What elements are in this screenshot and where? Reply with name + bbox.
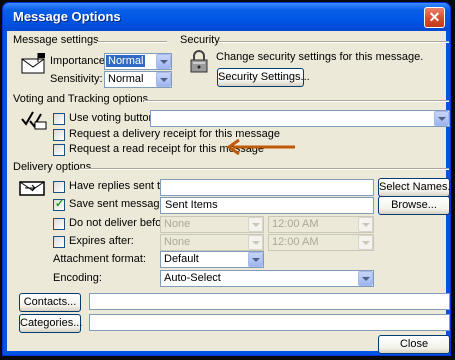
have-replies-label[interactable]: Have replies sent to: xyxy=(69,180,169,192)
chevron-down-icon[interactable] xyxy=(156,54,171,69)
do-not-deliver-date-select[interactable]: None xyxy=(160,216,264,233)
importance-label: Importance: xyxy=(50,55,109,67)
have-replies-checkbox[interactable] xyxy=(53,181,65,193)
chevron-down-icon[interactable] xyxy=(248,235,263,250)
attachment-format-label: Attachment format: xyxy=(53,253,146,265)
chevron-down-icon[interactable] xyxy=(248,252,263,267)
sensitivity-label: Sensitivity: xyxy=(50,73,103,85)
voting-buttons-select[interactable] xyxy=(150,110,450,127)
expires-checkbox[interactable] xyxy=(53,236,65,248)
save-sent-value: Sent Items xyxy=(165,199,218,211)
delivery-envelope-icon xyxy=(19,179,47,197)
chevron-down-icon[interactable] xyxy=(156,72,171,87)
contacts-button[interactable]: Contacts... xyxy=(19,293,81,312)
encoding-label: Encoding: xyxy=(53,272,102,284)
voting-tracking-title: Voting and Tracking options xyxy=(13,93,149,105)
expires-date-value: None xyxy=(164,236,191,248)
close-button[interactable]: Close xyxy=(378,335,450,354)
categories-input[interactable] xyxy=(89,314,450,331)
dialog-title: Message Options xyxy=(13,9,121,24)
security-divider xyxy=(219,41,449,43)
message-settings-title: Message settings xyxy=(13,34,99,46)
save-sent-checkbox[interactable] xyxy=(53,197,65,211)
chevron-down-icon[interactable] xyxy=(434,111,449,126)
envelope-flag-icon xyxy=(21,53,47,75)
save-sent-input[interactable]: Sent Items xyxy=(160,197,374,214)
message-settings-divider xyxy=(97,41,167,43)
attachment-format-value: Default xyxy=(164,253,199,265)
use-voting-checkbox[interactable] xyxy=(53,113,65,125)
annotation-arrow-icon xyxy=(225,138,297,156)
message-options-dialog: Message Options ✕ Message settings Impor… xyxy=(2,2,455,356)
voting-tracking-divider xyxy=(144,100,449,102)
security-settings-button[interactable]: Security Settings... xyxy=(217,68,310,87)
importance-select[interactable]: Normal xyxy=(104,53,172,70)
do-not-deliver-label[interactable]: Do not deliver before: xyxy=(69,217,174,229)
read-receipt-checkbox[interactable] xyxy=(53,144,65,156)
browse-button[interactable]: Browse... xyxy=(378,196,450,215)
do-not-deliver-time-select[interactable]: 12:00 AM xyxy=(268,216,374,233)
replies-to-input[interactable] xyxy=(160,179,374,196)
chevron-down-icon[interactable] xyxy=(358,217,373,232)
delivery-options-title: Delivery options xyxy=(13,161,92,173)
do-not-deliver-date-value: None xyxy=(164,218,191,230)
close-window-button[interactable]: ✕ xyxy=(424,7,445,28)
select-names-button[interactable]: Select Names... xyxy=(378,178,455,197)
delivery-receipt-checkbox[interactable] xyxy=(53,129,65,141)
security-description: Change security settings for this messag… xyxy=(216,51,424,63)
encoding-value: Auto-Select xyxy=(164,272,221,284)
sensitivity-value: Normal xyxy=(108,73,144,85)
contacts-input[interactable] xyxy=(89,293,450,310)
do-not-deliver-checkbox[interactable] xyxy=(53,218,65,230)
chevron-down-icon[interactable] xyxy=(358,271,373,286)
categories-button[interactable]: Categories... xyxy=(19,314,82,333)
chevron-down-icon[interactable] xyxy=(248,217,263,232)
checkmark-envelope-icon xyxy=(21,110,47,130)
importance-value: Normal xyxy=(106,55,146,67)
encoding-select[interactable]: Auto-Select xyxy=(160,270,374,287)
security-title: Security xyxy=(180,34,220,46)
expires-time-value: 12:00 AM xyxy=(272,236,319,248)
sensitivity-select[interactable]: Normal xyxy=(104,71,172,88)
padlock-icon xyxy=(186,49,212,75)
attachment-format-select[interactable]: Default xyxy=(160,251,264,268)
dialog-body: Message settings Importance: Normal Sens… xyxy=(7,31,455,354)
expires-label[interactable]: Expires after: xyxy=(69,235,134,247)
do-not-deliver-time-value: 12:00 AM xyxy=(272,218,319,230)
expires-time-select[interactable]: 12:00 AM xyxy=(268,234,374,251)
title-bar[interactable]: Message Options ✕ xyxy=(3,3,450,31)
expires-date-select[interactable]: None xyxy=(160,234,264,251)
chevron-down-icon[interactable] xyxy=(358,235,373,250)
delivery-options-divider xyxy=(79,168,449,170)
